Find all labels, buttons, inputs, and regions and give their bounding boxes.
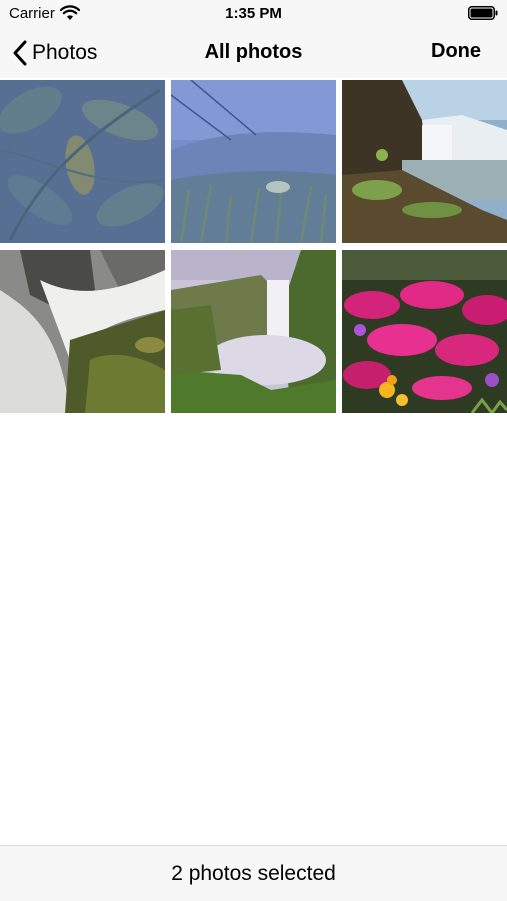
photo-thumbnail-waterfall-coast[interactable] — [342, 80, 507, 243]
navigation-bar: Photos All photos Done — [0, 28, 507, 78]
battery-icon — [468, 6, 498, 20]
photo-thumbnail-hillside-grass[interactable] — [171, 80, 336, 243]
photo-thumbnail-waterfall-rocks[interactable] — [0, 250, 165, 413]
status-bar: Carrier 1:35 PM — [0, 0, 507, 28]
status-time: 1:35 PM — [225, 5, 282, 22]
chevron-left-icon — [13, 40, 27, 66]
selection-count-label: 2 photos selected — [171, 862, 336, 885]
done-button[interactable]: Done — [431, 40, 481, 63]
back-button[interactable]: Photos — [12, 38, 97, 68]
photo-thumbnail-waterfall-mist[interactable] — [171, 250, 336, 413]
photo-thumbnail-pink-flowers[interactable] — [342, 250, 507, 413]
back-button-label: Photos — [32, 41, 98, 64]
photo-thumbnail-leaves[interactable] — [0, 80, 165, 243]
bottom-toolbar: 2 photos selected — [0, 845, 507, 901]
